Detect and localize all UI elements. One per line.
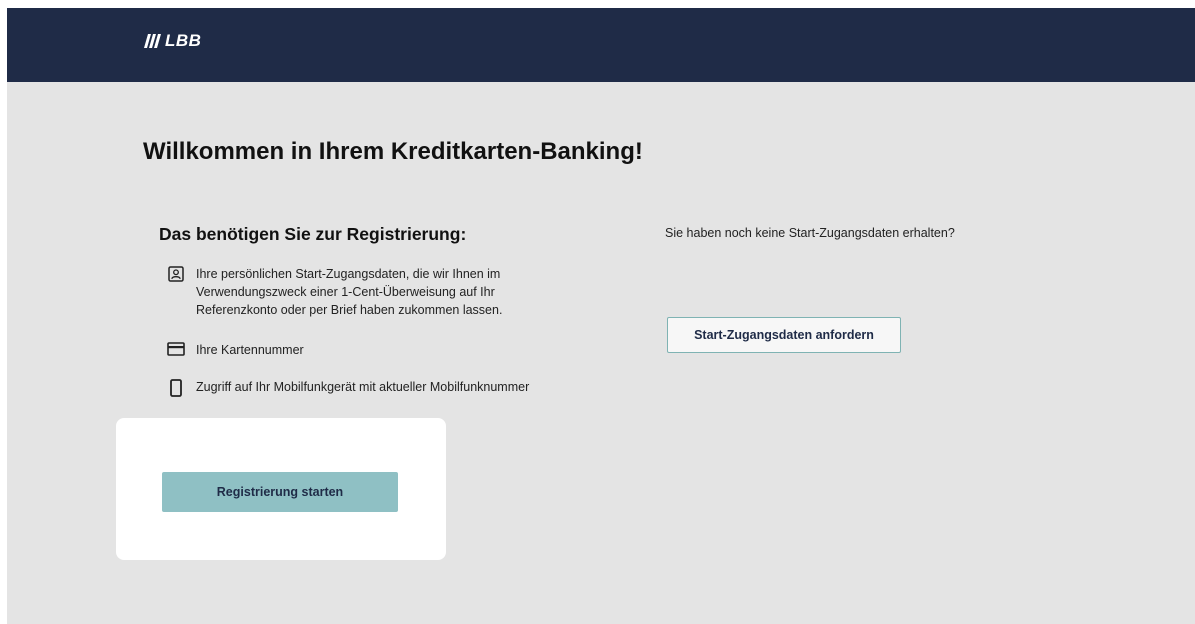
- page-title: Willkommen in Ihrem Kreditkarten-Banking…: [143, 138, 643, 165]
- app-window: LBB Willkommen in Ihrem Kreditkarten-Ban…: [7, 8, 1195, 624]
- start-registration-button[interactable]: Registrierung starten: [162, 472, 398, 512]
- requirement-text-mobile: Zugriff auf Ihr Mobilfunkgerät mit aktue…: [196, 380, 530, 394]
- requirement-item-card-number: Ihre Kartennummer: [165, 341, 304, 359]
- credit-card-icon: [165, 341, 187, 356]
- id-card-icon: [165, 265, 187, 282]
- requirements-heading: Das benötigen Sie zur Registrierung:: [159, 224, 467, 244]
- requirement-item-credentials: Ihre persönlichen Start-Zugangsdaten, di…: [165, 265, 576, 319]
- requirement-item-mobile: Zugriff auf Ihr Mobilfunkgerät mit aktue…: [165, 378, 529, 397]
- start-registration-card: Registrierung starten: [116, 418, 446, 560]
- top-header: LBB: [7, 8, 1195, 82]
- logo-text: LBB: [165, 31, 202, 50]
- requirement-text-card-number: Ihre Kartennummer: [196, 343, 304, 357]
- no-credentials-question: Sie haben noch keine Start-Zugangsdaten …: [665, 226, 955, 240]
- mobile-phone-icon: [165, 378, 187, 397]
- lbb-logo[interactable]: LBB: [144, 31, 201, 51]
- requirement-text-credentials: Ihre persönlichen Start-Zugangsdaten, di…: [196, 267, 503, 317]
- logo-stripes-icon: [144, 34, 164, 48]
- request-credentials-button[interactable]: Start-Zugangsdaten anfordern: [667, 317, 901, 353]
